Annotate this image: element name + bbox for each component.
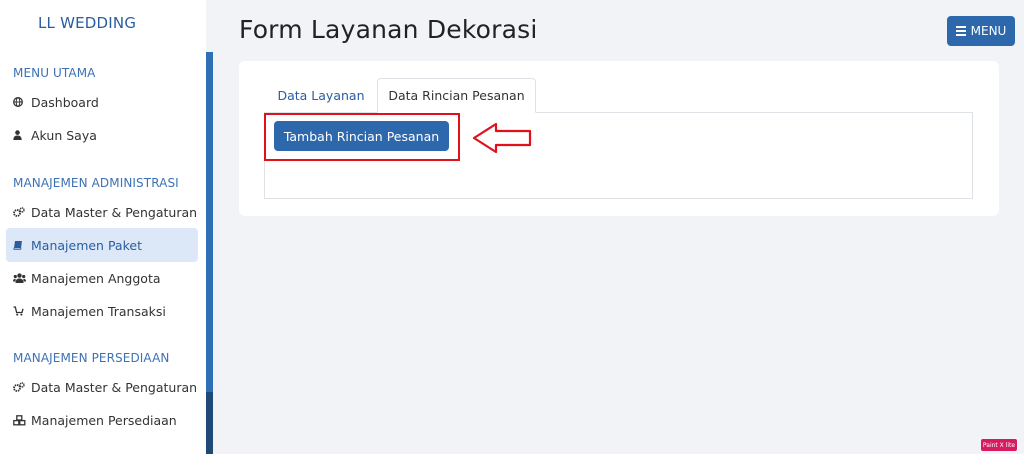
sidebar-item-label: Dashboard — [31, 94, 99, 110]
sidebar-item-label: Manajemen Paket — [31, 237, 142, 253]
watermark-badge: Paint X lite — [981, 439, 1017, 451]
brand-logo-text[interactable]: LL WEDDING — [38, 14, 136, 32]
cart-icon — [13, 306, 31, 316]
hamburger-icon — [955, 26, 966, 36]
sidebar-item-data-master-pengaturan[interactable]: Data Master & Pengaturan — [6, 195, 198, 229]
sidebar-item-dashboard[interactable]: Dashboard — [6, 85, 198, 119]
section-manajemen-persediaan: MANAJEMEN PERSEDIAAN — [13, 351, 170, 365]
tab-data-rincian-pesanan[interactable]: Data Rincian Pesanan — [377, 78, 536, 113]
section-menu-utama: MENU UTAMA — [13, 66, 96, 80]
sidebar-item-data-master-pengaturan-persediaan[interactable]: Data Master & Pengaturan — [6, 370, 198, 404]
globe-icon — [13, 97, 31, 107]
section-manajemen-administrasi: MANAJEMEN ADMINISTRASI — [13, 176, 179, 190]
page-title: Form Layanan Dekorasi — [239, 15, 538, 44]
gears-icon — [13, 207, 31, 217]
cubes-icon — [13, 414, 31, 426]
annotation-arrow-icon — [472, 122, 532, 154]
sidebar-item-label: Data Master & Pengaturan — [31, 204, 198, 220]
sidebar-item-label: Akun Saya — [31, 127, 97, 143]
sidebar-item-label: Manajemen Persediaan — [31, 412, 177, 428]
book-icon — [13, 240, 31, 250]
sidebar-item-akun-saya[interactable]: Akun Saya — [6, 118, 198, 152]
sidebar-item-label: Data Master & Pengaturan — [31, 379, 198, 395]
sidebar-item-manajemen-transaksi[interactable]: Manajemen Transaksi — [6, 294, 198, 328]
user-icon — [13, 130, 31, 140]
sidebar-item-manajemen-anggota[interactable]: Manajemen Anggota — [6, 261, 198, 295]
sidebar-item-label: Manajemen Anggota — [31, 270, 161, 286]
sidebar-item-label: Manajemen Transaksi — [31, 303, 166, 319]
gears-icon — [13, 382, 31, 392]
tab-data-layanan[interactable]: Data Layanan — [267, 78, 375, 113]
menu-button[interactable]: MENU — [947, 16, 1015, 46]
sidebar-scrollbar-thumb[interactable] — [206, 392, 213, 454]
users-icon — [13, 273, 31, 283]
menu-button-label: MENU — [970, 24, 1007, 38]
sidebar-item-manajemen-persediaan[interactable]: Manajemen Persediaan — [6, 403, 198, 437]
sidebar-item-manajemen-paket[interactable]: Manajemen Paket — [6, 228, 198, 262]
annotation-highlight-box — [264, 113, 460, 161]
